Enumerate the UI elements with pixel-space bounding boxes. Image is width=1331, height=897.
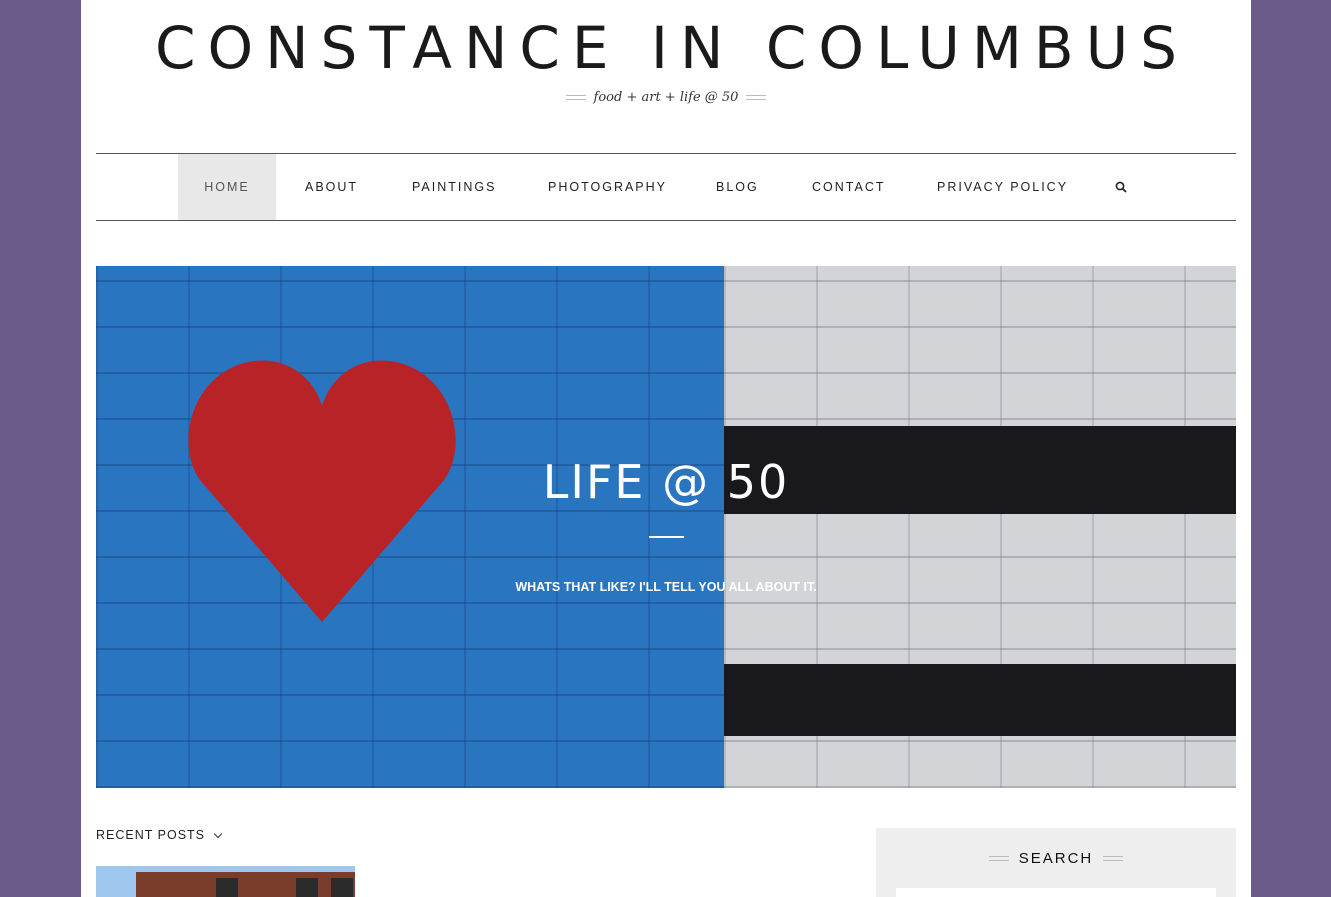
nav-item-contact[interactable]: CONTACT (812, 154, 886, 220)
nav-item-photography[interactable]: PHOTOGRAPHY (548, 154, 667, 220)
tagline: food + art + life @ 50 (593, 90, 739, 105)
search-icon[interactable] (1115, 181, 1127, 193)
tagline-right-rule (746, 95, 767, 100)
thumbnail-building (136, 872, 355, 897)
search-widget-title: SEARCH (1018, 850, 1094, 867)
widget-left-rule (988, 856, 1009, 861)
page: CONSTANCE IN COLUMBUS food + art + life … (81, 0, 1251, 897)
chevron-down-icon (213, 829, 223, 838)
nav-item-privacy-policy[interactable]: PRIVACY POLICY (937, 154, 1068, 220)
thumbnail-window (296, 878, 318, 897)
nav-item-about[interactable]: ABOUT (305, 154, 358, 220)
widget-right-rule (1103, 856, 1124, 861)
search-widget-header: SEARCH (876, 850, 1236, 867)
recent-posts-label: RECENT POSTS (96, 828, 206, 842)
hero-subtitle: WHATS THAT LIKE? I'LL TELL YOU ALL ABOUT… (515, 580, 817, 594)
hero-overlay (96, 266, 1236, 788)
thumbnail-window (216, 878, 238, 897)
recent-post-thumbnail[interactable] (96, 866, 355, 897)
nav-item-paintings[interactable]: PAINTINGS (412, 154, 496, 220)
tagline-wrap: food + art + life @ 50 (81, 90, 1251, 105)
nav-item-blog[interactable]: BLOG (716, 154, 759, 220)
sidebar-search-widget: SEARCH (876, 828, 1236, 897)
thumbnail-window (331, 878, 353, 897)
tagline-left-rule (565, 95, 586, 100)
hero-divider (649, 536, 684, 538)
hero-title: LIFE @ 50 (542, 455, 790, 509)
recent-posts-dropdown[interactable]: RECENT POSTS (96, 828, 223, 842)
search-input[interactable] (896, 888, 1216, 897)
main-nav: HOME ABOUT PAINTINGS PHOTOGRAPHY BLOG CO… (96, 153, 1236, 221)
hero-banner[interactable]: LIFE @ 50 WHATS THAT LIKE? I'LL TELL YOU… (96, 266, 1236, 788)
site-title[interactable]: CONSTANCE IN COLUMBUS (81, 14, 1251, 82)
nav-item-home[interactable]: HOME (178, 154, 276, 220)
